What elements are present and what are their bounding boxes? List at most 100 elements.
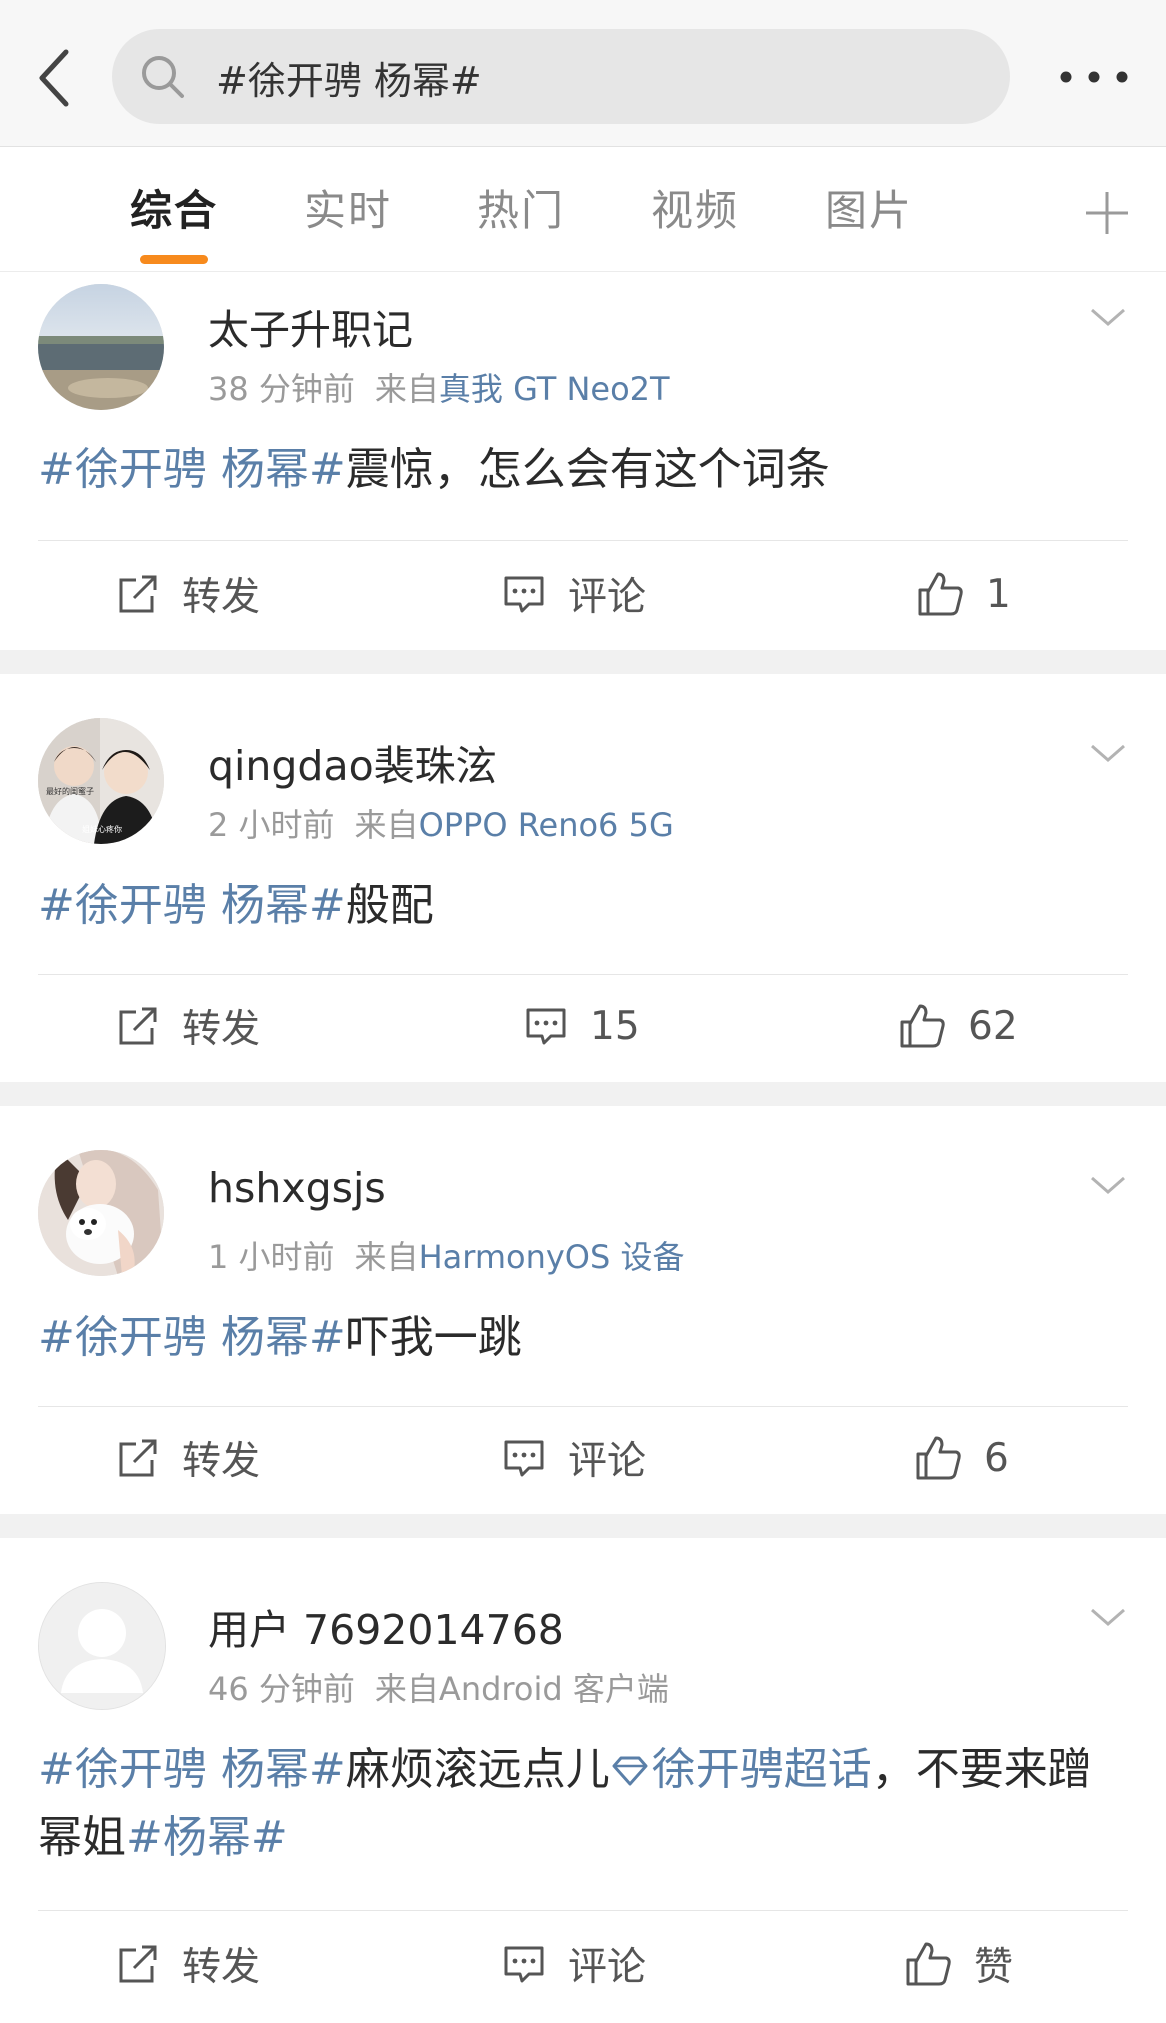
post-time: 2 小时前 (208, 806, 335, 844)
divider (38, 974, 1128, 975)
repost-label: 转发 (182, 575, 261, 620)
post-source[interactable]: OPPO Reno6 5G (419, 806, 674, 844)
like-count: 1 (986, 571, 1011, 617)
hashtag-link[interactable]: #徐开骋 杨幂# (38, 1744, 346, 1795)
comment-icon (504, 1440, 544, 1477)
avatar-image (38, 1150, 164, 1276)
comment-button[interactable]: 评论 (502, 564, 646, 624)
repost-icon (119, 575, 157, 613)
tab-video[interactable]: 视频 (651, 177, 739, 238)
post-text: #徐开骋 杨幂#般配 (38, 872, 1128, 940)
like-count: 62 (968, 1003, 1018, 1049)
username[interactable]: 用户 7692014768 (208, 1596, 564, 1656)
avatar-image (38, 284, 164, 410)
post-separator (0, 650, 1166, 674)
post-text-body: 震惊，怎么会有这个词条 (345, 444, 830, 495)
repost-icon (119, 1007, 157, 1045)
repost-label: 转发 (182, 1439, 261, 1484)
avatar[interactable] (38, 1582, 166, 1710)
tab-active-indicator (140, 255, 208, 264)
avatar-caption-2: 姐妹心疼你 (82, 824, 122, 834)
post-text-body: 般配 (345, 880, 434, 931)
hashtag-link[interactable]: #徐开骋 杨幂# (38, 880, 346, 931)
post-time: 46 分钟前 (208, 1670, 355, 1708)
chevron-down-icon[interactable] (1088, 1170, 1128, 1200)
repost-button[interactable]: 转发 (116, 1428, 260, 1488)
default-avatar-icon (39, 1583, 165, 1709)
like-button[interactable]: 6 (914, 1428, 1009, 1488)
avatar[interactable] (38, 1150, 164, 1276)
chevron-down-icon[interactable] (1088, 1602, 1128, 1632)
tab-hot[interactable]: 热门 (477, 177, 565, 238)
username[interactable]: 太子升职记 (208, 296, 413, 356)
comment-label: 评论 (568, 1945, 647, 1990)
post-meta: 38 分钟前 来自真我 GT Neo2T (208, 364, 670, 410)
chevron-down-icon[interactable] (1088, 738, 1128, 768)
like-button[interactable]: 1 (916, 564, 1011, 624)
avatar-caption-1: 最好的闺蜜子 (46, 786, 94, 796)
post-source[interactable]: 真我 GT Neo2T (439, 370, 670, 408)
from-label: 来自 (354, 1238, 419, 1276)
comment-button[interactable]: 评论 (502, 1934, 646, 1994)
from-label: 来自 (374, 1670, 439, 1708)
like-count: 6 (984, 1435, 1009, 1481)
post-time: 38 分钟前 (208, 370, 355, 408)
from-label: 来自 (374, 370, 439, 408)
supertopic-link[interactable]: 徐开骋超话 (610, 1744, 872, 1795)
comment-icon (526, 1008, 566, 1045)
comment-label: 评论 (568, 575, 647, 620)
tab-pictures[interactable]: 图片 (825, 177, 913, 238)
post-meta: 46 分钟前 来自Android 客户端 (208, 1664, 669, 1710)
avatar-image: 最好的闺蜜子 姐妹心疼你 (38, 718, 164, 844)
comment-count: 15 (590, 1003, 640, 1049)
like-button[interactable]: 赞 (904, 1934, 1013, 1994)
from-label: 来自 (354, 806, 419, 844)
more-button[interactable] (1052, 55, 1136, 99)
like-label: 赞 (974, 1945, 1014, 1990)
thumbs-up-icon (906, 1942, 951, 1986)
diamond-icon (612, 1756, 648, 1786)
post-text-body: 麻烦滚远点儿 (345, 1744, 610, 1795)
divider (38, 1406, 1128, 1407)
post-card: 最好的闺蜜子 姐妹心疼你 qingdao裴珠泫 2 小时前 来自OPPO Reno… (0, 674, 1166, 1082)
post-text: #徐开骋 杨幂#吓我一跳 (38, 1304, 1128, 1372)
hashtag-link[interactable]: #徐开骋 杨幂# (38, 444, 346, 495)
post-time: 1 小时前 (208, 1238, 335, 1276)
repost-button[interactable]: 转发 (116, 1934, 260, 1994)
post-text: #徐开骋 杨幂#震惊，怎么会有这个词条 (38, 436, 1128, 504)
tab-realtime[interactable]: 实时 (304, 177, 392, 238)
comment-button[interactable]: 15 (524, 996, 640, 1056)
post-meta: 1 小时前 来自HarmonyOS 设备 (208, 1232, 684, 1278)
post-separator (0, 1514, 1166, 1538)
username[interactable]: qingdao裴珠泫 (208, 732, 497, 792)
comment-button[interactable]: 评论 (502, 1428, 646, 1488)
post-text-body: 吓我一跳 (345, 1312, 522, 1363)
tab-bar: 综合 实时 热门 视频 图片 (0, 147, 1166, 272)
chevron-down-icon[interactable] (1088, 302, 1128, 332)
post-text: #徐开骋 杨幂#麻烦滚远点儿 徐开骋超话，不要来蹭幂姐#杨幂# (38, 1736, 1128, 1872)
plus-icon[interactable] (1082, 188, 1132, 238)
hashtag-link[interactable]: #杨幂# (126, 1812, 288, 1863)
thumbs-up-icon (916, 1436, 961, 1480)
comment-label: 评论 (568, 1439, 647, 1484)
repost-label: 转发 (182, 1007, 261, 1052)
post-meta: 2 小时前 来自OPPO Reno6 5G (208, 800, 674, 846)
more-dots-icon (1060, 71, 1128, 83)
search-box[interactable] (112, 29, 1010, 126)
search-input[interactable] (214, 29, 978, 126)
back-button[interactable] (26, 42, 82, 114)
repost-label: 转发 (182, 1945, 261, 1990)
repost-button[interactable]: 转发 (116, 564, 260, 624)
comment-icon (504, 576, 544, 613)
hashtag-link[interactable]: #徐开骋 杨幂# (38, 1312, 346, 1363)
post-source[interactable]: HarmonyOS 设备 (419, 1238, 685, 1276)
tab-comprehensive[interactable]: 综合 (130, 177, 218, 238)
post-separator (0, 1082, 1166, 1106)
like-button[interactable]: 62 (898, 996, 1018, 1056)
repost-button[interactable]: 转发 (116, 996, 260, 1056)
post-source[interactable]: Android 客户端 (439, 1670, 669, 1708)
avatar[interactable]: 最好的闺蜜子 姐妹心疼你 (38, 718, 164, 844)
username[interactable]: hshxgsjs (208, 1164, 386, 1212)
post-card: 用户 7692014768 46 分钟前 来自Android 客户端 #徐开骋 杨… (0, 1538, 1166, 2023)
avatar[interactable] (38, 284, 164, 410)
